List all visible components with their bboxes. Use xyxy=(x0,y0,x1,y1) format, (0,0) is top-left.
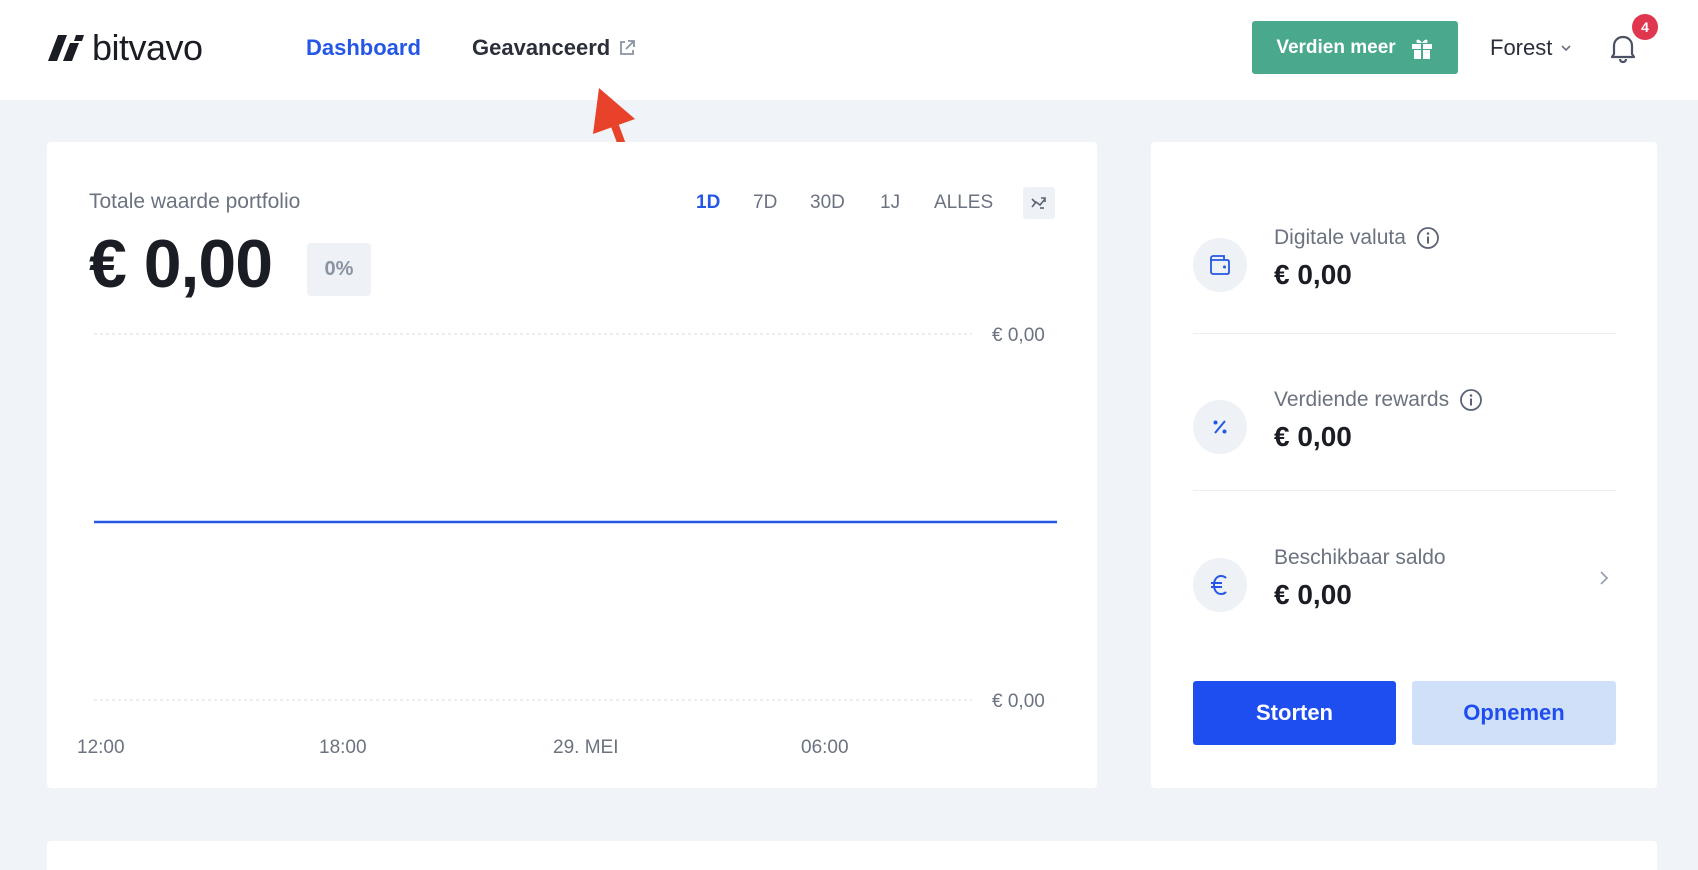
earn-more-button[interactable]: Verdien meer xyxy=(1252,21,1458,74)
external-link-icon xyxy=(620,40,636,55)
y-tick-label-top: € 0,00 xyxy=(992,325,1045,346)
divider xyxy=(1193,333,1616,334)
user-name: Forest xyxy=(1490,35,1553,60)
x-tick-label: 06:00 xyxy=(801,737,849,758)
earned-rewards-text: Verdiende rewards xyxy=(1274,388,1450,411)
x-tick-label: 12:00 xyxy=(77,737,125,758)
digital-currency-label: Digitale valuta xyxy=(1274,226,1440,250)
bitvavo-logo-icon xyxy=(48,35,84,61)
divider xyxy=(1193,490,1616,491)
earned-rewards-label: Verdiende rewards xyxy=(1274,388,1483,412)
x-tick-label: 29. MEI xyxy=(553,737,618,758)
digital-currency-text: Digitale valuta xyxy=(1274,226,1406,249)
percent-icon xyxy=(1193,400,1247,454)
wallet-icon xyxy=(1193,238,1247,292)
info-icon[interactable] xyxy=(1459,388,1483,412)
available-balance-label: Beschikbaar saldo xyxy=(1274,546,1446,569)
digital-currency-value: € 0,00 xyxy=(1274,259,1352,290)
y-tick-label-bottom: € 0,00 xyxy=(992,691,1045,712)
portfolio-card: Totale waarde portfolio € 0,00 0% 1D 7D … xyxy=(47,142,1097,788)
summary-card: Digitale valuta € 0,00 Verdiende rewards… xyxy=(1151,142,1657,788)
portfolio-chart: € 0,00 € 0,00 12:00 18:00 29. MEI 06:00 xyxy=(77,325,1057,758)
bell-icon[interactable] xyxy=(1608,32,1638,64)
available-balance-value: € 0,00 xyxy=(1274,579,1352,610)
withdraw-button[interactable]: Opnemen xyxy=(1412,681,1616,745)
nav-advanced-label: Geavanceerd xyxy=(472,35,611,60)
gift-icon xyxy=(1411,39,1432,59)
euro-icon xyxy=(1193,558,1247,612)
nav-advanced[interactable]: Geavanceerd xyxy=(472,34,636,62)
user-menu[interactable]: Forest xyxy=(1490,34,1572,62)
chevron-down-icon xyxy=(1561,45,1571,52)
brand-name: bitvavo xyxy=(92,27,203,68)
deposit-button[interactable]: Storten xyxy=(1193,681,1396,745)
earn-more-label: Verdien meer xyxy=(1276,36,1396,58)
chevron-right-icon[interactable] xyxy=(1598,569,1610,587)
earned-rewards-value: € 0,00 xyxy=(1274,421,1352,452)
bottom-card xyxy=(47,841,1657,870)
top-header: bitvavo Dashboard Geavanceerd Verdien me… xyxy=(0,0,1698,100)
nav-dashboard[interactable]: Dashboard xyxy=(306,34,421,62)
notification-badge: 4 xyxy=(1632,14,1658,40)
x-tick-label: 18:00 xyxy=(319,737,367,758)
info-icon[interactable] xyxy=(1416,226,1440,250)
bitvavo-logo[interactable]: bitvavo xyxy=(48,28,203,68)
